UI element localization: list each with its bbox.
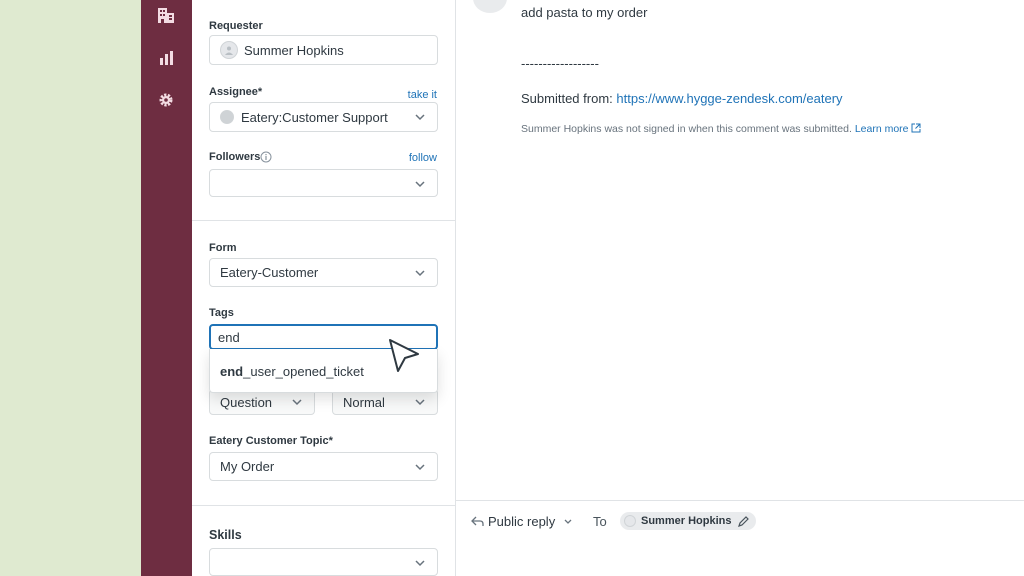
skills-select[interactable] [209, 548, 438, 576]
followers-label: Followers [209, 151, 261, 163]
to-label: To [593, 514, 607, 529]
chevron-down-icon [415, 270, 425, 277]
chevron-down-icon [415, 399, 425, 406]
assignee-label: Assignee* [209, 86, 263, 98]
tags-label: Tags [209, 307, 234, 319]
message-separator: ------------------ [521, 56, 599, 71]
group-icon [220, 110, 234, 124]
signed-out-note: Summer Hopkins was not signed in when th… [521, 123, 921, 135]
building-icon[interactable] [156, 5, 176, 25]
requester-label: Requester [209, 20, 263, 32]
avatar [220, 41, 238, 59]
reply-icon [471, 516, 484, 526]
chevron-down-icon [415, 464, 425, 471]
learn-more-link[interactable]: Learn more [855, 123, 909, 135]
type-value: Question [220, 394, 273, 410]
note-text: Summer Hopkins was not signed in when th… [521, 123, 852, 135]
gear-icon[interactable] [156, 90, 176, 110]
app-rail [141, 0, 192, 576]
conversation-pane: add pasta to my order ------------------… [456, 0, 1024, 576]
tags-input-value: end [218, 329, 240, 345]
message-text: add pasta to my order [521, 5, 648, 20]
submitted-url-link[interactable]: https://www.hygge-zendesk.com/eatery [616, 91, 842, 106]
form-value: Eatery-Customer [220, 265, 319, 280]
chevron-down-icon [564, 519, 572, 524]
chevron-down-icon [292, 399, 302, 406]
external-link-icon [911, 123, 921, 133]
take-it-link[interactable]: take it [408, 89, 437, 101]
chevron-down-icon [415, 181, 425, 188]
requester-value: Summer Hopkins [244, 42, 344, 58]
followers-field[interactable] [209, 169, 438, 197]
priority-value: Normal [343, 394, 385, 410]
info-icon [260, 150, 272, 168]
chevron-down-icon [415, 114, 425, 121]
bar-chart-icon[interactable] [156, 48, 176, 68]
reply-mode-button[interactable]: Public reply [488, 514, 573, 529]
skills-label: Skills [209, 528, 242, 542]
chevron-down-icon [415, 560, 425, 567]
topic-value: My Order [220, 459, 275, 474]
ticket-properties-panel: Requester Summer Hopkins Assignee* take … [192, 0, 456, 576]
cursor-arrow-icon [389, 339, 419, 372]
reply-bar: Public reply To Summer Hopkins [456, 500, 1024, 576]
assignee-field[interactable]: Eatery:Customer Support [209, 102, 438, 132]
follow-link[interactable]: follow [409, 152, 437, 164]
reply-mode-label: Public reply [488, 514, 556, 529]
section-divider [192, 220, 456, 221]
desktop-background [0, 0, 141, 576]
assignee-value: Eatery:Customer Support [241, 109, 388, 125]
pencil-icon[interactable] [737, 515, 750, 528]
submitted-label: Submitted from: [521, 91, 613, 106]
recipient-name: Summer Hopkins [641, 515, 732, 527]
topic-select[interactable]: My Order [209, 452, 438, 481]
section-divider [192, 505, 456, 506]
tag-suggestion-rest: _user_opened_ticket [243, 364, 364, 379]
requester-field[interactable]: Summer Hopkins [209, 35, 438, 65]
form-label: Form [209, 242, 237, 254]
avatar [624, 515, 636, 527]
recipient-chip[interactable]: Summer Hopkins [620, 512, 757, 530]
avatar [473, 0, 507, 13]
tag-suggestion-item[interactable]: end_user_opened_ticket [220, 364, 364, 379]
submitted-from: Submitted from: https://www.hygge-zendes… [521, 91, 843, 106]
topic-label: Eatery Customer Topic* [209, 435, 333, 447]
tag-suggestion-match: end [220, 364, 244, 379]
form-select[interactable]: Eatery-Customer [209, 258, 438, 287]
